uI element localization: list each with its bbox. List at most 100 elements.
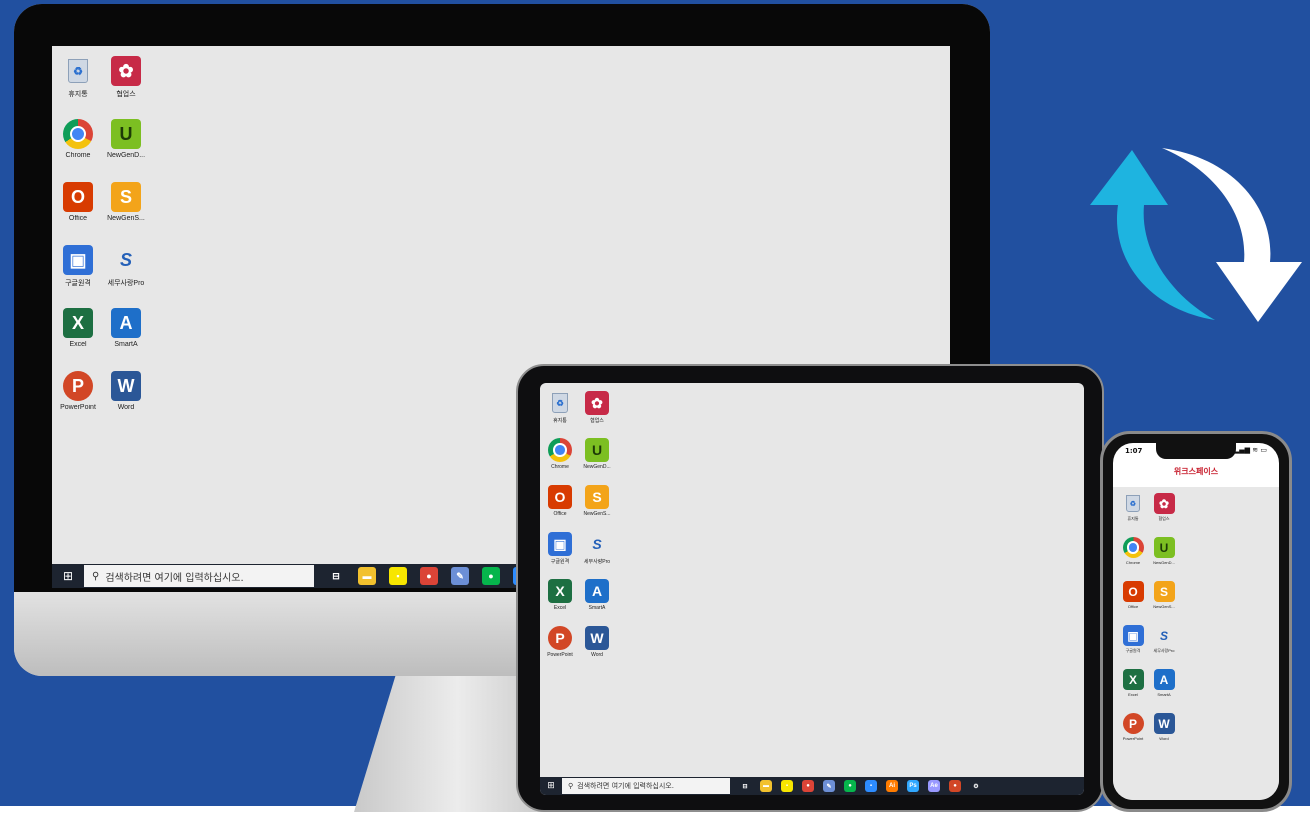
desktop-shortcut[interactable]: U NewGenD... (1149, 537, 1179, 565)
desktop-shortcut[interactable]: O Office (56, 182, 100, 222)
line-messenger-icon[interactable]: ● (482, 567, 500, 585)
desktop-shortcut[interactable]: S 세무사랑Pro (104, 245, 148, 288)
desktop-shortcut-label: PowerPoint (547, 652, 573, 658)
desktop-shortcut-label: Excel (69, 341, 87, 348)
after-effects-icon[interactable]: Ae (928, 780, 940, 792)
desktop-shortcut[interactable]: U NewGenD... (104, 119, 148, 159)
paint-icon[interactable]: ✎ (451, 567, 469, 585)
desktop-shortcut[interactable]: ▣ 구글원격 (542, 532, 578, 565)
desktop-shortcut-label: 협업스 (590, 418, 604, 424)
desktop-shortcut[interactable]: Chrome (56, 119, 100, 159)
desktop-shortcut[interactable]: P PowerPoint (1118, 713, 1148, 741)
newgen-s-icon: S (111, 182, 141, 212)
phone-notch (1156, 443, 1236, 459)
desktop-shortcut[interactable]: ♻ 휴지통 (56, 56, 100, 99)
desktop-shortcut[interactable]: Chrome (1118, 537, 1148, 565)
desktop-shortcut-label: SmartA (588, 605, 606, 611)
collab-app-icon: ✿ (585, 391, 609, 415)
desktop-shortcut-label: 휴지통 (68, 91, 88, 98)
task-view-icon[interactable]: ⊟ (327, 567, 345, 585)
chrome-taskbar-icon[interactable]: ● (802, 780, 814, 792)
recycle-bin-icon: ♻ (63, 56, 93, 86)
file-explorer-icon[interactable]: ▬ (358, 567, 376, 585)
tax-pro-icon: S (119, 249, 132, 270)
chrome-taskbar-icon[interactable]: ● (420, 567, 438, 585)
start-button[interactable]: ⊞ (540, 777, 562, 795)
desktop-shortcut[interactable]: S NewGenS... (104, 182, 148, 222)
powerpoint-icon: P (1122, 713, 1144, 734)
file-explorer-icon[interactable]: ▬ (760, 780, 772, 792)
desktop-shortcut[interactable]: P PowerPoint (56, 371, 100, 411)
desktop-shortcut-label: PowerPoint (60, 404, 96, 411)
desktop-shortcut-label: NewGenS... (107, 215, 145, 222)
excel-icon: X (548, 579, 572, 603)
zoom-icon[interactable]: ▪ (865, 780, 877, 792)
desktop-shortcut-label: 휴지통 (553, 418, 567, 424)
excel-icon: X (1122, 669, 1144, 690)
newgen-s-icon: S (1153, 581, 1175, 602)
desktop-shortcut-label: NewGenD... (1153, 560, 1175, 565)
desktop-shortcut[interactable]: P PowerPoint (542, 626, 578, 658)
desktop-shortcut[interactable]: ♻ 휴지통 (542, 391, 578, 424)
remote-desktop-icon: ▣ (548, 532, 572, 556)
word-icon: W (111, 371, 141, 401)
settings-icon[interactable]: ⚙ (970, 780, 982, 792)
desktop-shortcut[interactable]: ▣ 구글원격 (56, 245, 100, 288)
desktop-shortcut-label: NewGenD... (106, 152, 146, 159)
desktop-shortcut[interactable]: W Word (579, 626, 615, 658)
newgen-u-icon: U (1153, 537, 1175, 558)
search-icon: ⚲ (92, 570, 100, 582)
taskbar-search-box[interactable]: ⚲ 검색하려면 여기에 입력하십시오. (84, 565, 314, 587)
desktop-shortcut[interactable]: U NewGenD... (579, 438, 615, 470)
desktop-shortcut-label: PowerPoint (1122, 736, 1144, 741)
desktop-shortcut[interactable]: X Excel (542, 579, 578, 611)
desktop-shortcut-label: Chrome (551, 464, 569, 470)
desktop-shortcut[interactable]: S 세무사랑Pro (1149, 625, 1179, 654)
tablet-device: ♻ 휴지통 ✿ 협업스 Chrome U NewGenD... O Office S NewGenS… (516, 364, 1104, 812)
desktop-shortcut[interactable]: S 세무사랑Pro (579, 532, 615, 565)
desktop-shortcut-label: Word (117, 404, 135, 411)
desktop-shortcut[interactable]: S NewGenS... (579, 485, 615, 517)
collab-app-icon: ✿ (111, 56, 141, 86)
desktop-shortcut[interactable]: S NewGenS... (1149, 581, 1179, 609)
tablet-screen: ♻ 휴지통 ✿ 협업스 Chrome U NewGenD... O Office S NewGenS… (540, 383, 1084, 795)
desktop-shortcut[interactable]: O Office (1118, 581, 1148, 609)
windows-start-icon: ⊞ (547, 781, 555, 791)
desktop-shortcut-label: NewGenS... (1153, 604, 1175, 609)
task-view-icon[interactable]: ⊟ (739, 780, 751, 792)
taskbar-search-box[interactable]: ⚲ 검색하려면 여기에 입력하십시오. (562, 778, 730, 794)
powerpoint-taskbar-icon[interactable]: ● (949, 780, 961, 792)
line-messenger-icon[interactable]: ● (844, 780, 856, 792)
desktop-shortcut[interactable]: A SmartA (579, 579, 615, 611)
desktop-shortcut[interactable]: ✿ 협업스 (1149, 493, 1179, 522)
sync-arrows-icon (1090, 148, 1302, 322)
desktop-shortcut[interactable]: W Word (104, 371, 148, 411)
search-placeholder: 검색하려면 여기에 입력하십시오. (105, 572, 244, 584)
desktop-shortcut-label: NewGenS... (583, 511, 611, 517)
excel-icon: X (63, 308, 93, 338)
desktop-shortcut-label: Excel (1128, 692, 1138, 697)
kakaotalk-icon[interactable]: ▪ (389, 567, 407, 585)
desktop-shortcut[interactable]: ✿ 협업스 (104, 56, 148, 99)
desktop-shortcut-label: NewGenD... (583, 464, 611, 470)
photoshop-icon[interactable]: Ps (907, 780, 919, 792)
desktop-shortcut[interactable]: O Office (542, 485, 578, 517)
desktop-shortcut[interactable]: Chrome (542, 438, 578, 470)
recycle-bin-icon: ♻ (548, 391, 572, 415)
desktop-shortcut[interactable]: W Word (1149, 713, 1179, 741)
desktop-shortcut[interactable]: A SmartA (104, 308, 148, 348)
desktop-shortcut[interactable]: ✿ 협업스 (579, 391, 615, 424)
desktop-shortcut[interactable]: A SmartA (1149, 669, 1179, 697)
recycle-bin-icon: ♻ (1123, 493, 1144, 514)
desktop-shortcut[interactable]: ▣ 구글원격 (1118, 625, 1148, 654)
desktop-shortcut[interactable]: X Excel (56, 308, 100, 348)
paint-icon[interactable]: ✎ (823, 780, 835, 792)
start-button[interactable]: ⊞ (52, 564, 84, 588)
desktop-shortcut-label: SmartA (114, 341, 138, 348)
tax-pro-icon: S (1159, 628, 1168, 643)
illustrator-icon[interactable]: Ai (886, 780, 898, 792)
desktop-shortcut-label: Office (1127, 604, 1139, 609)
kakaotalk-icon[interactable]: ▪ (781, 780, 793, 792)
desktop-shortcut[interactable]: X Excel (1118, 669, 1148, 697)
desktop-shortcut[interactable]: ♻ 휴지통 (1118, 493, 1148, 522)
